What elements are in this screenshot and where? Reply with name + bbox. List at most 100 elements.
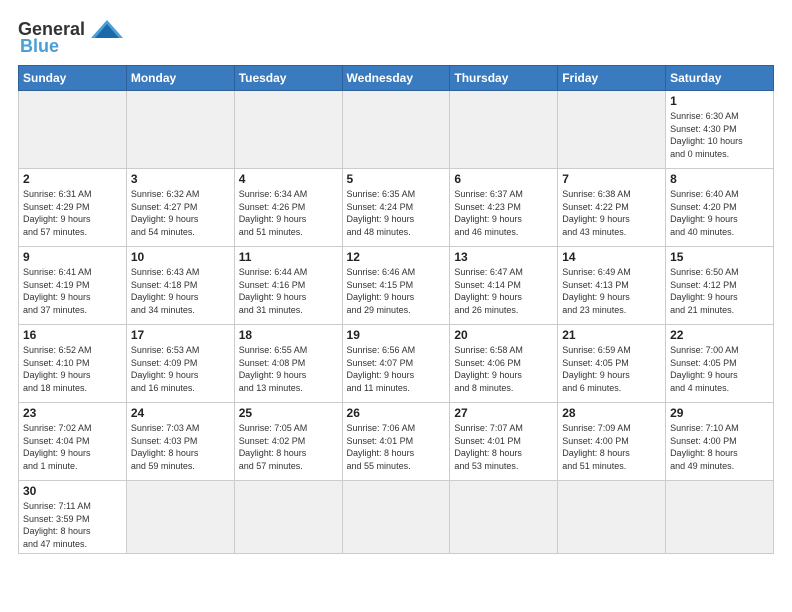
day-info: Sunrise: 6:47 AM Sunset: 4:14 PM Dayligh… bbox=[454, 267, 523, 315]
day-info: Sunrise: 6:59 AM Sunset: 4:05 PM Dayligh… bbox=[562, 345, 631, 393]
day-info: Sunrise: 6:40 AM Sunset: 4:20 PM Dayligh… bbox=[670, 189, 739, 237]
calendar-cell: 14Sunrise: 6:49 AM Sunset: 4:13 PM Dayli… bbox=[558, 247, 666, 325]
day-number: 15 bbox=[670, 250, 769, 264]
day-number: 3 bbox=[131, 172, 230, 186]
calendar-cell: 2 Sunrise: 6:31 AM Sunset: 4:29 PM Daylig… bbox=[19, 169, 127, 247]
day-info: Sunrise: 7:05 AM Sunset: 4:02 PM Dayligh… bbox=[239, 423, 308, 471]
weekday-header-monday: Monday bbox=[126, 66, 234, 91]
logo: General Blue bbox=[18, 18, 125, 57]
header: General Blue bbox=[18, 18, 774, 57]
calendar-cell: 3 Sunrise: 6:32 AM Sunset: 4:27 PM Daylig… bbox=[126, 169, 234, 247]
day-number: 7 bbox=[562, 172, 661, 186]
calendar-table: SundayMondayTuesdayWednesdayThursdayFrid… bbox=[18, 65, 774, 554]
day-info: Sunrise: 6:46 AM Sunset: 4:15 PM Dayligh… bbox=[347, 267, 416, 315]
calendar-cell: 18Sunrise: 6:55 AM Sunset: 4:08 PM Dayli… bbox=[234, 325, 342, 403]
day-info: Sunrise: 6:37 AM Sunset: 4:23 PM Dayligh… bbox=[454, 189, 523, 237]
day-number: 22 bbox=[670, 328, 769, 342]
day-info: Sunrise: 7:07 AM Sunset: 4:01 PM Dayligh… bbox=[454, 423, 523, 471]
day-info: Sunrise: 7:10 AM Sunset: 4:00 PM Dayligh… bbox=[670, 423, 739, 471]
weekday-header-wednesday: Wednesday bbox=[342, 66, 450, 91]
day-info: Sunrise: 6:30 AM Sunset: 4:30 PM Dayligh… bbox=[670, 111, 743, 159]
calendar-cell: 27 Sunrise: 7:07 AM Sunset: 4:01 PM Dayli… bbox=[450, 403, 558, 481]
calendar-cell: 24 Sunrise: 7:03 AM Sunset: 4:03 PM Dayli… bbox=[126, 403, 234, 481]
calendar-cell: 5 Sunrise: 6:35 AM Sunset: 4:24 PM Daylig… bbox=[342, 169, 450, 247]
day-info: Sunrise: 7:06 AM Sunset: 4:01 PM Dayligh… bbox=[347, 423, 416, 471]
calendar-week-row: 30 Sunrise: 7:11 AM Sunset: 3:59 PM Dayli… bbox=[19, 481, 774, 554]
day-info: Sunrise: 7:03 AM Sunset: 4:03 PM Dayligh… bbox=[131, 423, 200, 471]
calendar-cell: 20 Sunrise: 6:58 AM Sunset: 4:06 PM Dayli… bbox=[450, 325, 558, 403]
calendar-cell bbox=[666, 481, 774, 554]
day-number: 25 bbox=[239, 406, 338, 420]
day-number: 6 bbox=[454, 172, 553, 186]
day-info: Sunrise: 7:11 AM Sunset: 3:59 PM Dayligh… bbox=[23, 501, 91, 549]
day-number: 9 bbox=[23, 250, 122, 264]
calendar-week-row: 9 Sunrise: 6:41 AM Sunset: 4:19 PM Daylig… bbox=[19, 247, 774, 325]
day-info: Sunrise: 6:58 AM Sunset: 4:06 PM Dayligh… bbox=[454, 345, 523, 393]
calendar-week-row: 23 Sunrise: 7:02 AM Sunset: 4:04 PM Dayli… bbox=[19, 403, 774, 481]
day-number: 21 bbox=[562, 328, 661, 342]
day-number: 1 bbox=[670, 94, 769, 108]
calendar-cell: 21 Sunrise: 6:59 AM Sunset: 4:05 PM Dayli… bbox=[558, 325, 666, 403]
calendar-cell bbox=[450, 481, 558, 554]
weekday-header-sunday: Sunday bbox=[19, 66, 127, 91]
day-info: Sunrise: 6:34 AM Sunset: 4:26 PM Dayligh… bbox=[239, 189, 308, 237]
weekday-header-thursday: Thursday bbox=[450, 66, 558, 91]
day-number: 11 bbox=[239, 250, 338, 264]
day-info: Sunrise: 6:38 AM Sunset: 4:22 PM Dayligh… bbox=[562, 189, 631, 237]
day-number: 8 bbox=[670, 172, 769, 186]
day-info: Sunrise: 6:31 AM Sunset: 4:29 PM Dayligh… bbox=[23, 189, 92, 237]
day-number: 28 bbox=[562, 406, 661, 420]
day-number: 2 bbox=[23, 172, 122, 186]
day-info: Sunrise: 6:35 AM Sunset: 4:24 PM Dayligh… bbox=[347, 189, 416, 237]
day-number: 14 bbox=[562, 250, 661, 264]
calendar-cell: 11 Sunrise: 6:44 AM Sunset: 4:16 PM Dayli… bbox=[234, 247, 342, 325]
page: General Blue SundayMondayTuesdayWednesda… bbox=[0, 0, 792, 612]
calendar-cell bbox=[558, 91, 666, 169]
calendar-cell: 8 Sunrise: 6:40 AM Sunset: 4:20 PM Daylig… bbox=[666, 169, 774, 247]
calendar-cell: 29Sunrise: 7:10 AM Sunset: 4:00 PM Dayli… bbox=[666, 403, 774, 481]
day-number: 20 bbox=[454, 328, 553, 342]
calendar-cell: 10 Sunrise: 6:43 AM Sunset: 4:18 PM Dayli… bbox=[126, 247, 234, 325]
day-info: Sunrise: 6:32 AM Sunset: 4:27 PM Dayligh… bbox=[131, 189, 200, 237]
day-number: 13 bbox=[454, 250, 553, 264]
day-info: Sunrise: 6:43 AM Sunset: 4:18 PM Dayligh… bbox=[131, 267, 200, 315]
weekday-header-saturday: Saturday bbox=[666, 66, 774, 91]
logo-blue: Blue bbox=[20, 36, 59, 57]
calendar-week-row: 16Sunrise: 6:52 AM Sunset: 4:10 PM Dayli… bbox=[19, 325, 774, 403]
calendar-cell: 1 Sunrise: 6:30 AM Sunset: 4:30 PM Daylig… bbox=[666, 91, 774, 169]
day-number: 18 bbox=[239, 328, 338, 342]
day-info: Sunrise: 6:50 AM Sunset: 4:12 PM Dayligh… bbox=[670, 267, 739, 315]
calendar-cell: 16Sunrise: 6:52 AM Sunset: 4:10 PM Dayli… bbox=[19, 325, 127, 403]
day-info: Sunrise: 6:53 AM Sunset: 4:09 PM Dayligh… bbox=[131, 345, 200, 393]
day-info: Sunrise: 7:02 AM Sunset: 4:04 PM Dayligh… bbox=[23, 423, 92, 471]
calendar-cell: 6 Sunrise: 6:37 AM Sunset: 4:23 PM Daylig… bbox=[450, 169, 558, 247]
day-number: 30 bbox=[23, 484, 122, 498]
day-number: 23 bbox=[23, 406, 122, 420]
day-number: 12 bbox=[347, 250, 446, 264]
day-number: 16 bbox=[23, 328, 122, 342]
calendar-cell: 7 Sunrise: 6:38 AM Sunset: 4:22 PM Daylig… bbox=[558, 169, 666, 247]
calendar-cell: 17 Sunrise: 6:53 AM Sunset: 4:09 PM Dayli… bbox=[126, 325, 234, 403]
calendar-cell: 19Sunrise: 6:56 AM Sunset: 4:07 PM Dayli… bbox=[342, 325, 450, 403]
weekday-header-row: SundayMondayTuesdayWednesdayThursdayFrid… bbox=[19, 66, 774, 91]
calendar-week-row: 1 Sunrise: 6:30 AM Sunset: 4:30 PM Daylig… bbox=[19, 91, 774, 169]
calendar-cell: 22Sunrise: 7:00 AM Sunset: 4:05 PM Dayli… bbox=[666, 325, 774, 403]
calendar-cell bbox=[342, 481, 450, 554]
calendar-cell bbox=[126, 481, 234, 554]
day-number: 27 bbox=[454, 406, 553, 420]
day-number: 10 bbox=[131, 250, 230, 264]
day-info: Sunrise: 6:41 AM Sunset: 4:19 PM Dayligh… bbox=[23, 267, 92, 315]
day-number: 24 bbox=[131, 406, 230, 420]
logo-icon bbox=[89, 18, 125, 40]
calendar-cell: 26Sunrise: 7:06 AM Sunset: 4:01 PM Dayli… bbox=[342, 403, 450, 481]
calendar-cell: 12 Sunrise: 6:46 AM Sunset: 4:15 PM Dayli… bbox=[342, 247, 450, 325]
calendar-cell: 9 Sunrise: 6:41 AM Sunset: 4:19 PM Daylig… bbox=[19, 247, 127, 325]
day-number: 17 bbox=[131, 328, 230, 342]
calendar-week-row: 2 Sunrise: 6:31 AM Sunset: 4:29 PM Daylig… bbox=[19, 169, 774, 247]
day-number: 5 bbox=[347, 172, 446, 186]
calendar-cell bbox=[342, 91, 450, 169]
weekday-header-tuesday: Tuesday bbox=[234, 66, 342, 91]
calendar-cell: 30 Sunrise: 7:11 AM Sunset: 3:59 PM Dayli… bbox=[19, 481, 127, 554]
calendar-cell: 15 Sunrise: 6:50 AM Sunset: 4:12 PM Dayli… bbox=[666, 247, 774, 325]
day-info: Sunrise: 6:44 AM Sunset: 4:16 PM Dayligh… bbox=[239, 267, 308, 315]
